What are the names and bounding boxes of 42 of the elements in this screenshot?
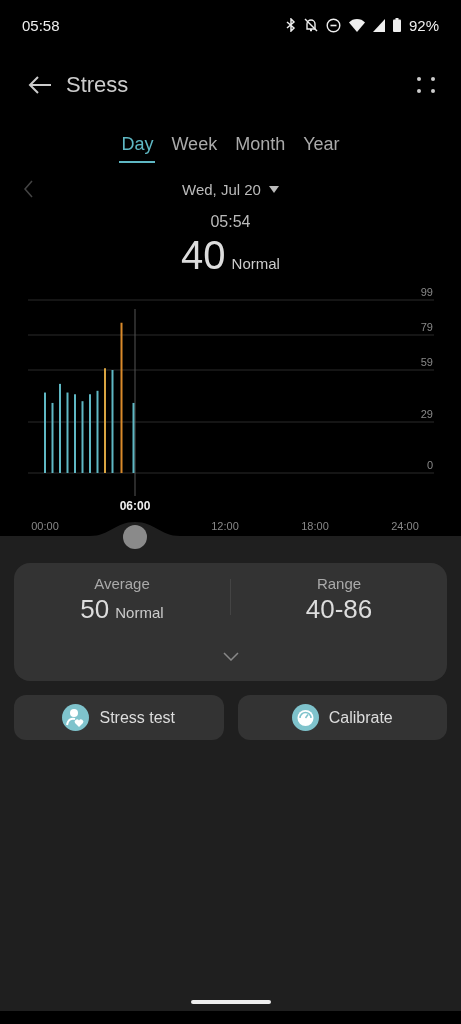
- axis-label: 29: [420, 408, 433, 420]
- battery-percent: 92%: [408, 16, 439, 34]
- stress-bar: [51, 402, 54, 473]
- stress-bar: [81, 401, 84, 473]
- wifi-icon: [348, 18, 365, 32]
- action-button[interactable]: Calibrate: [237, 695, 447, 740]
- gauge-icon: [291, 704, 319, 731]
- do-not-disturb-icon: [325, 17, 341, 33]
- stress-bar: [132, 402, 135, 473]
- stress-status: Normal: [231, 255, 280, 272]
- summary-label: Average: [94, 575, 150, 592]
- signal-icon: [372, 18, 385, 32]
- summary-status: Normal: [115, 604, 164, 621]
- axis-label: 12:00: [211, 520, 239, 532]
- date-dropdown[interactable]: Wed, Jul 20: [176, 179, 285, 199]
- battery-icon: [392, 18, 401, 32]
- axis-label: 24:00: [391, 520, 419, 532]
- status-time: 05:58: [22, 16, 60, 34]
- period-tab[interactable]: Week: [169, 128, 220, 163]
- dropdown-icon: [268, 185, 279, 193]
- period-tab[interactable]: Month: [233, 128, 288, 163]
- summary-value: 40-86: [305, 594, 373, 625]
- summary-value: 50: [80, 594, 110, 625]
- bell-off-icon: [303, 18, 318, 32]
- selected-time: 06:00: [119, 499, 151, 513]
- period-tab[interactable]: Day: [119, 128, 156, 163]
- reading-time: 05:54: [209, 213, 252, 231]
- slider-handle[interactable]: [123, 525, 147, 549]
- summary-label: Range: [316, 575, 362, 592]
- axis-label: 18:00: [301, 520, 329, 532]
- axis-label: 00:00: [31, 520, 59, 532]
- chevron-down-icon[interactable]: [222, 652, 239, 661]
- axis-label: 59: [420, 356, 433, 368]
- bluetooth-icon: [285, 18, 296, 32]
- axis-label: 99: [420, 286, 433, 298]
- axis-label: 79: [420, 321, 433, 333]
- period-tab[interactable]: Year: [301, 128, 342, 163]
- axis-label: 0: [426, 459, 433, 471]
- stress-value: 40: [181, 233, 226, 278]
- back-icon[interactable]: [28, 75, 52, 95]
- action-button[interactable]: Stress test: [14, 695, 224, 740]
- page-title: Stress: [66, 72, 129, 98]
